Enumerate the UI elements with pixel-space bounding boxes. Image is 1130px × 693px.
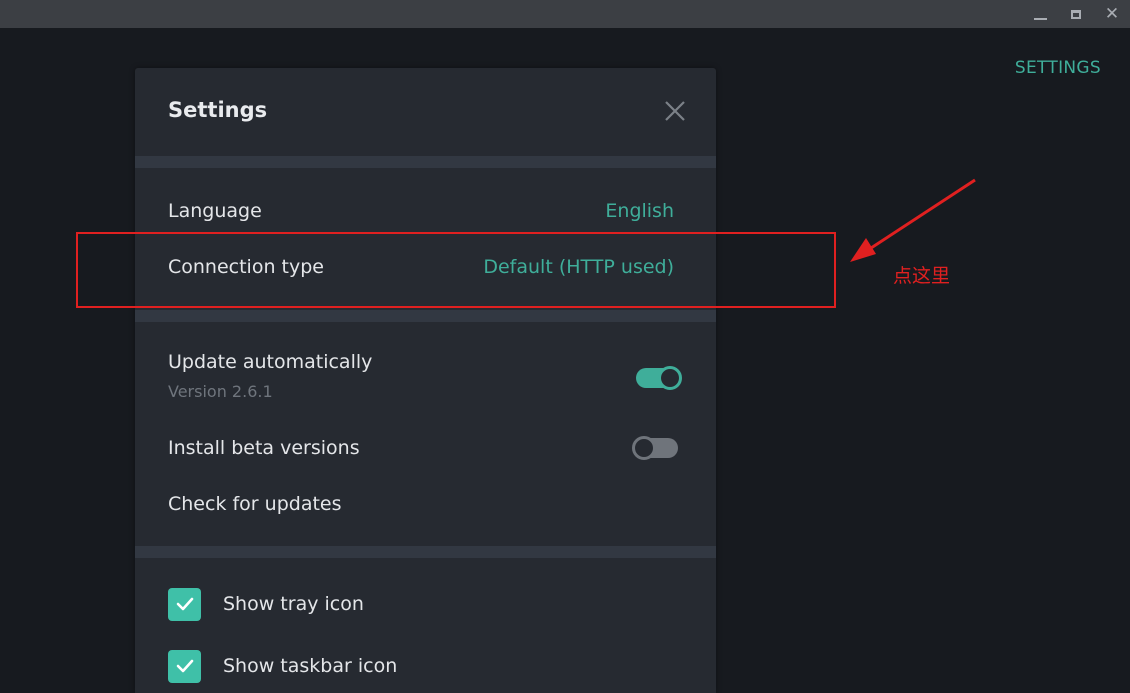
update-automatically-label: Update automatically <box>168 351 373 373</box>
window-controls: ✕ <box>1022 0 1130 28</box>
connection-type-label: Connection type <box>168 256 324 278</box>
show-tray-icon-row[interactable]: Show tray icon <box>168 587 364 621</box>
section-divider <box>135 546 716 558</box>
maximize-button[interactable] <box>1058 0 1094 28</box>
minimize-icon <box>1033 18 1047 20</box>
install-beta-row[interactable]: Install beta versions <box>135 420 716 476</box>
show-taskbar-icon-label: Show taskbar icon <box>223 655 398 677</box>
close-icon <box>665 101 685 121</box>
show-taskbar-icon-row[interactable]: Show taskbar icon <box>168 649 397 683</box>
toggle-knob <box>658 366 682 390</box>
dialog-close-button[interactable] <box>664 100 686 122</box>
window-close-icon: ✕ <box>1104 3 1120 24</box>
install-beta-label: Install beta versions <box>168 437 360 459</box>
language-label: Language <box>168 200 262 222</box>
language-value[interactable]: English <box>605 200 674 222</box>
window-close-button[interactable]: ✕ <box>1094 0 1130 28</box>
checkmark-icon <box>176 659 193 673</box>
show-taskbar-icon-checkbox[interactable] <box>168 649 201 683</box>
show-tray-icon-checkbox[interactable] <box>168 587 201 621</box>
check-updates-label[interactable]: Check for updates <box>168 493 342 515</box>
minimize-button[interactable] <box>1022 0 1058 28</box>
checkmark-icon <box>176 597 193 611</box>
section-divider <box>135 156 716 168</box>
dialog-title: Settings <box>168 98 268 122</box>
check-updates-row[interactable]: Check for updates <box>135 476 716 532</box>
settings-link[interactable]: SETTINGS <box>1015 58 1101 78</box>
install-beta-toggle[interactable] <box>632 436 678 460</box>
update-automatically-row[interactable]: Update automatically Version 2.6.1 <box>135 336 716 406</box>
dialog-header: Settings <box>135 68 716 156</box>
version-text: Version 2.6.1 <box>168 382 273 401</box>
show-tray-icon-label: Show tray icon <box>223 593 364 615</box>
connection-type-row[interactable]: Connection type Default (HTTP used) <box>135 239 716 295</box>
maximize-icon <box>1071 9 1081 19</box>
connection-type-value[interactable]: Default (HTTP used) <box>483 256 674 278</box>
language-row[interactable]: Language English <box>135 183 716 239</box>
settings-dialog: Settings Language English Connection typ… <box>135 68 716 693</box>
window-titlebar: ✕ <box>0 0 1130 28</box>
toggle-knob <box>632 436 656 460</box>
section-divider <box>135 310 716 322</box>
update-automatically-toggle[interactable] <box>636 366 682 390</box>
annotation-text: 点这里 <box>893 265 951 287</box>
